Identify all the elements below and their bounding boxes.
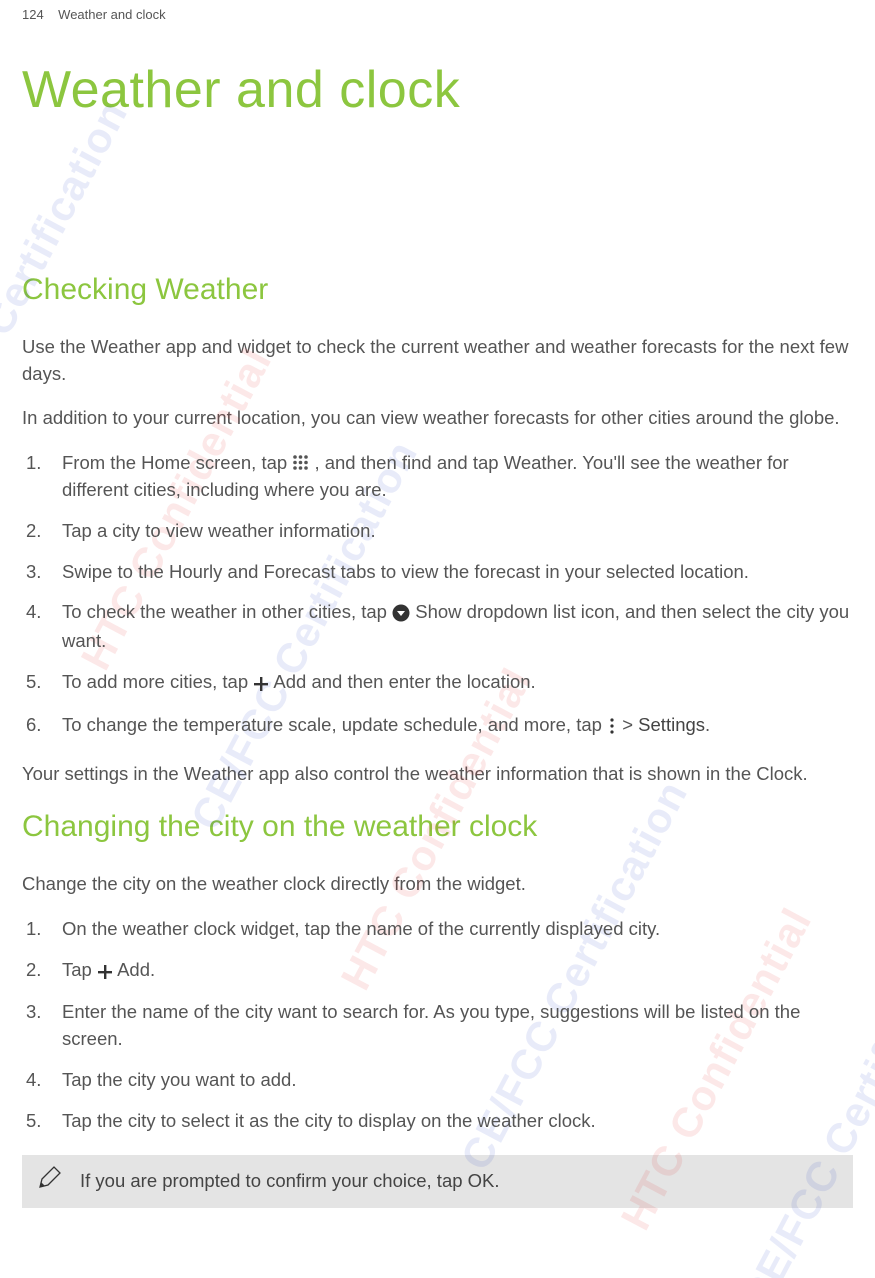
step-item: Enter the name of the city want to searc… [50, 999, 853, 1053]
step-item: Tap the city you want to add. [50, 1067, 853, 1094]
step-text: To add more cities, tap [62, 671, 253, 692]
step-item: Tap the city to select it as the city to… [50, 1108, 853, 1135]
step-text: From the Home screen, tap [62, 452, 292, 473]
ok-label: OK [468, 1170, 495, 1191]
step-text: Tap the city to select it as the city to… [62, 1110, 596, 1131]
step-text: Tap the city you want to add. [62, 1069, 296, 1090]
step-item: To change the temperature scale, update … [50, 712, 853, 741]
step-item: Tap a city to view weather information. [50, 518, 853, 545]
note-text-part: . [494, 1170, 499, 1191]
step-text: Tap a city to view weather information. [62, 520, 376, 541]
step-text: > [622, 714, 638, 735]
body-paragraph: Your settings in the Weather app also co… [22, 761, 853, 788]
step-item: To check the weather in other cities, ta… [50, 599, 853, 655]
step-text: To check the weather in other cities, ta… [62, 601, 392, 622]
page-number: 124 [22, 7, 44, 22]
step-text: Swipe to the Hourly and Forecast tabs to… [62, 561, 749, 582]
step-item: On the weather clock widget, tap the nam… [50, 916, 853, 943]
running-title: Weather and clock [58, 7, 165, 22]
note-text: If you are prompted to confirm your choi… [80, 1168, 839, 1195]
dropdown-icon [392, 601, 410, 628]
section-heading-changing-city: Changing the city on the weather clock [22, 805, 853, 849]
body-paragraph: Change the city on the weather clock dir… [22, 871, 853, 898]
body-paragraph: In addition to your current location, yo… [22, 405, 853, 432]
note-callout: If you are prompted to confirm your choi… [22, 1155, 853, 1209]
step-item: From the Home screen, tap , and then fin… [50, 450, 853, 504]
step-text: Tap [62, 959, 97, 980]
pen-icon [36, 1165, 62, 1199]
step-text: On the weather clock widget, tap the nam… [62, 918, 660, 939]
body-paragraph: Use the Weather app and widget to check … [22, 334, 853, 388]
step-text: Add and then enter the location. [273, 671, 535, 692]
watermark-red: HTC Confidential [0, 0, 17, 281]
overflow-menu-icon [607, 714, 617, 741]
plus-icon [253, 671, 269, 698]
step-text: To change the temperature scale, update … [62, 714, 607, 735]
step-list: From the Home screen, tap , and then fin… [22, 450, 853, 741]
step-text: Enter the name of the city want to searc… [62, 1001, 800, 1049]
step-list: On the weather clock widget, tap the nam… [22, 916, 853, 1135]
note-text-part: If you are prompted to confirm your choi… [80, 1170, 468, 1191]
step-item: To add more cities, tap Add and then ent… [50, 669, 853, 698]
step-text: . [705, 714, 710, 735]
settings-label: Settings [638, 714, 705, 735]
running-header: 124 Weather and clock [22, 0, 853, 53]
page-title: Weather and clock [22, 53, 853, 128]
apps-grid-icon [292, 454, 309, 471]
section-heading-checking-weather: Checking Weather [22, 268, 853, 312]
plus-icon [97, 959, 113, 986]
step-text: Add. [117, 959, 155, 980]
step-item: Tap Add. [50, 957, 853, 986]
step-item: Swipe to the Hourly and Forecast tabs to… [50, 559, 853, 586]
